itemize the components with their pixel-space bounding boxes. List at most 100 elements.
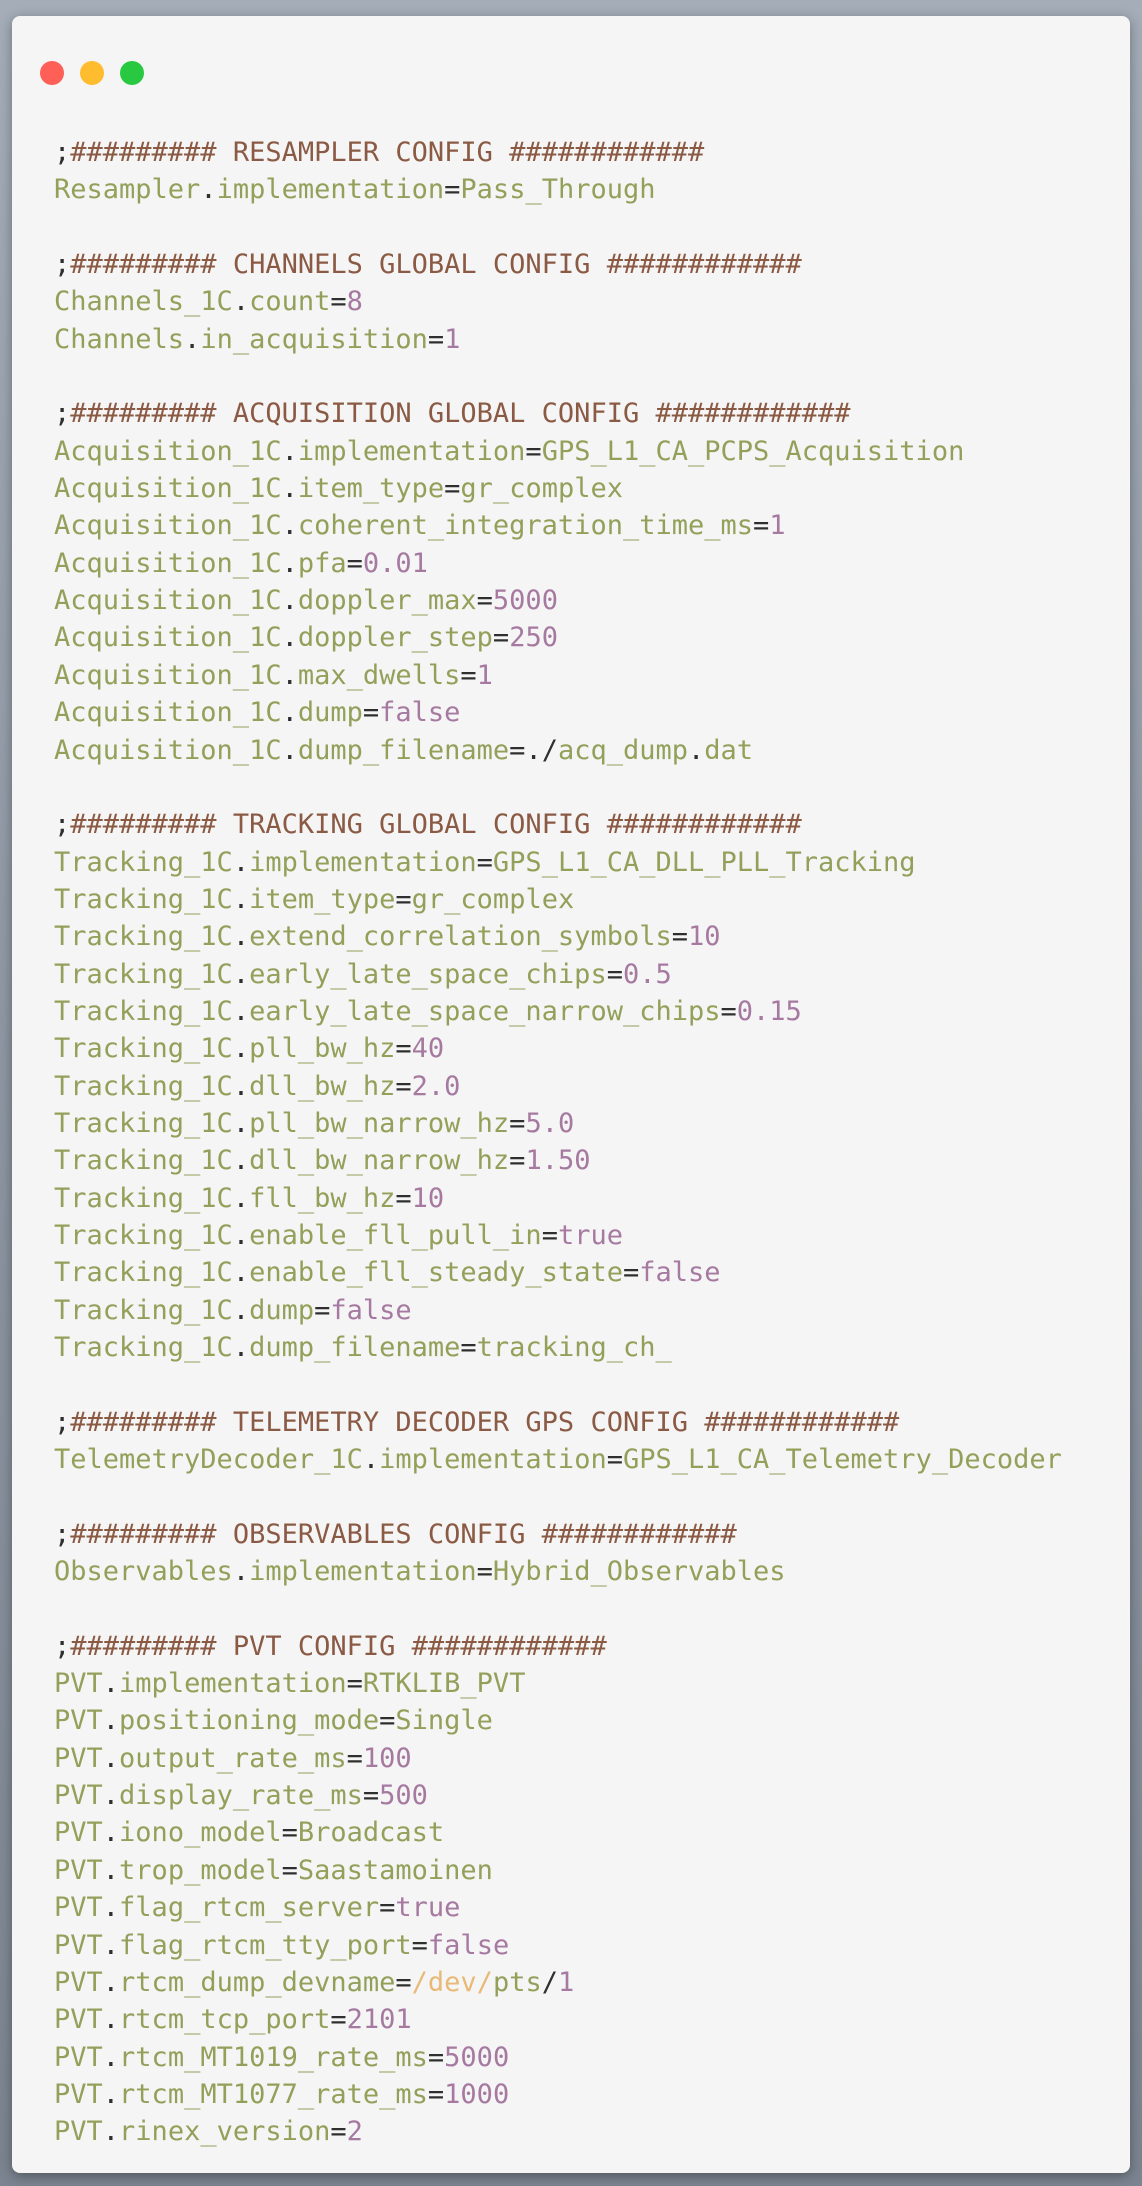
punct-token: = <box>330 286 347 318</box>
punct-token: = <box>476 585 493 617</box>
key-token: GPS_L1_CA_Telemetry_Decoder <box>622 1444 1062 1476</box>
punct-token: = <box>541 1219 558 1251</box>
code-line: Tracking_1C.implementation=GPS_L1_CA_DLL… <box>54 844 1062 881</box>
punct-token: . <box>232 286 250 318</box>
value-token: false <box>330 1294 412 1326</box>
key-token: Tracking_1C <box>54 1182 233 1214</box>
key-token: rtcm_dump_devname <box>119 1966 396 1998</box>
key-token: Tracking_1C <box>54 1332 233 1363</box>
key-token: rinex_version <box>119 2116 331 2148</box>
key-token: implementation <box>297 435 526 467</box>
punct-token: = <box>395 1033 412 1065</box>
punct-token: = <box>444 473 461 505</box>
value-token: 8 <box>346 286 363 318</box>
comment-token: ######### PVT CONFIG ############ <box>70 1630 607 1662</box>
code-line: PVT.trop_model=Saastamoinen <box>54 1852 1062 1889</box>
key-token: coherent_integration_time_ms <box>297 510 753 542</box>
punct-token: = <box>509 1107 526 1139</box>
value-token: 1 <box>476 659 493 691</box>
code-line: PVT.rinex_version=2 <box>54 2113 1062 2150</box>
key-token: gr_complex <box>460 473 623 505</box>
code-line: ;######### ACQUISITION GLOBAL CONFIG ###… <box>54 395 1062 432</box>
key-token: rtcm_MT1077_rate_ms <box>119 2078 428 2110</box>
key-token: in_acquisition <box>200 323 428 355</box>
key-token: acq_dump <box>557 734 688 766</box>
value-token: 10 <box>411 1182 445 1214</box>
key-token: Acquisition_1C <box>54 734 282 766</box>
punct-token: = <box>460 659 477 691</box>
key-token: Broadcast <box>297 1817 445 1849</box>
key-token: iono_model <box>119 1817 282 1849</box>
punct-token: = <box>622 1257 640 1289</box>
punct-token: = <box>330 2116 347 2148</box>
punct-token: / <box>541 1966 558 1998</box>
punct-token: ./ <box>525 734 558 766</box>
punct-token: . <box>232 1070 250 1102</box>
code-line: Tracking_1C.dll_bw_hz=2.0 <box>54 1068 1062 1105</box>
punct-token: . <box>281 547 298 579</box>
code-line: PVT.positioning_mode=Single <box>54 1702 1062 1739</box>
code-line: PVT.display_rate_ms=500 <box>54 1777 1062 1814</box>
zoom-button[interactable] <box>120 61 144 85</box>
value-token: 1 <box>444 323 461 355</box>
value-token: true <box>395 1892 461 1924</box>
key-token: Acquisition_1C <box>54 659 282 691</box>
key-token: PVT <box>54 2078 103 2110</box>
code-line: Channels_1C.count=8 <box>54 283 1062 320</box>
key-token: dat <box>704 734 754 766</box>
key-token: tracking_ch_ <box>476 1332 672 1363</box>
punct-token: . <box>281 510 298 542</box>
key-token: Single <box>395 1705 493 1737</box>
key-token: Tracking_1C <box>54 883 233 915</box>
punct-token: = <box>492 622 510 654</box>
code-line: Acquisition_1C.dump=false <box>54 694 1062 731</box>
code-line: PVT.output_rate_ms=100 <box>54 1740 1062 1777</box>
key-token: PVT <box>54 1966 103 1998</box>
punct-token: . <box>102 2004 120 2036</box>
key-token: dump <box>297 697 363 729</box>
punct-token: . <box>102 1817 120 1849</box>
key-token: GPS_L1_CA_PCPS_Acquisition <box>541 435 965 467</box>
key-token: Acquisition_1C <box>54 510 282 542</box>
key-token: Tracking_1C <box>54 1219 233 1251</box>
key-token: pll_bw_hz <box>249 1033 396 1065</box>
comment-token: ######### CHANNELS GLOBAL CONFIG #######… <box>70 249 802 281</box>
value-token: 10 <box>687 921 721 953</box>
key-token: display_rate_ms <box>119 1780 363 1812</box>
punct-token: . <box>232 846 250 878</box>
code-line: Acquisition_1C.doppler_max=5000 <box>54 582 1062 619</box>
code-line: Tracking_1C.dll_bw_narrow_hz=1.50 <box>54 1142 1062 1179</box>
punct-token: . <box>362 1444 380 1476</box>
key-token: PVT <box>54 1668 103 1700</box>
key-token: GPS_L1_CA_DLL_PLL_Tracking <box>492 846 916 878</box>
punct-token: . <box>102 1705 120 1737</box>
code-line: PVT.rtcm_MT1019_rate_ms=5000 <box>54 2039 1062 2076</box>
value-token: false <box>427 1929 510 1961</box>
punct-token: ; <box>54 137 71 168</box>
punct-token: = <box>330 2004 347 2036</box>
key-token: PVT <box>54 1780 103 1812</box>
key-token: early_late_space_narrow_chips <box>249 995 721 1027</box>
punct-token: = <box>427 2078 445 2110</box>
key-token: gr_complex <box>411 883 575 915</box>
punct-token: = <box>525 435 542 467</box>
punct-token: . <box>232 1219 250 1251</box>
key-token: pll_bw_narrow_hz <box>249 1107 510 1139</box>
comment-token: ######### TELEMETRY DECODER GPS CONFIG #… <box>70 1406 900 1438</box>
value-token: 1 <box>769 510 786 542</box>
punct-token: = <box>509 1145 526 1177</box>
key-token: dump <box>249 1294 315 1326</box>
minimize-button[interactable] <box>80 61 104 85</box>
value-token: false <box>639 1257 721 1289</box>
key-token: dll_bw_narrow_hz <box>249 1145 510 1177</box>
code-line: PVT.flag_rtcm_tty_port=false <box>54 1927 1062 1964</box>
value-token: 5000 <box>444 2041 510 2073</box>
key-token: PVT <box>54 1892 103 1924</box>
punct-token: . <box>281 734 298 766</box>
code-line: Tracking_1C.early_late_space_narrow_chip… <box>54 993 1062 1030</box>
key-token: rtcm_MT1019_rate_ms <box>119 2041 428 2073</box>
key-token: PVT <box>54 2116 103 2148</box>
close-button[interactable] <box>40 61 64 85</box>
value-token: 250 <box>509 622 558 654</box>
